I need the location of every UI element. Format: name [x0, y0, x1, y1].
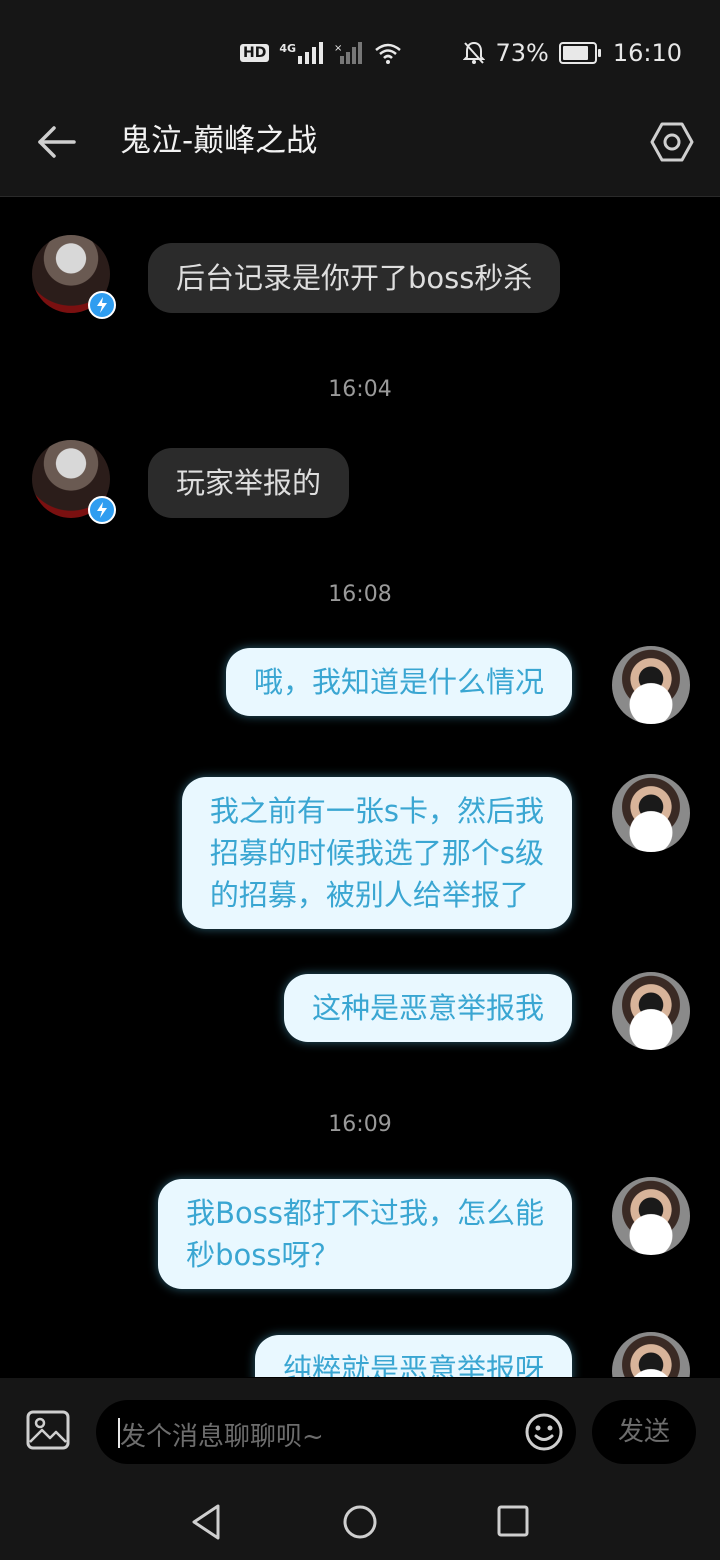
- my-avatar[interactable]: [612, 972, 690, 1050]
- message-text: 玩家举报的: [176, 466, 322, 500]
- hexagon-settings-icon: [650, 122, 694, 162]
- nav-recent-apps-icon[interactable]: [496, 1504, 530, 1538]
- message-input-bar: 发个消息聊聊呗~ 发送: [0, 1378, 720, 1484]
- my-avatar[interactable]: [612, 1177, 690, 1255]
- message-text-line: 招募的时候我选了那个s级: [209, 836, 544, 870]
- svg-text:×: ×: [334, 43, 342, 54]
- message-text-line: 我Boss都打不过我，怎么能: [186, 1196, 544, 1230]
- message-bubble-outgoing[interactable]: 我之前有一张s卡，然后我 招募的时候我选了那个s级 的招募，被别人给举报了: [181, 777, 572, 929]
- message-timestamp: 16:08: [328, 582, 392, 607]
- bell-off-icon: [463, 41, 486, 64]
- my-avatar[interactable]: [612, 1332, 690, 1377]
- hd-badge: HD: [240, 44, 270, 62]
- nav-back-icon[interactable]: [186, 1502, 226, 1542]
- nav-home-icon[interactable]: [342, 1502, 378, 1542]
- signal-4g-icon: 4G: [279, 42, 324, 64]
- my-avatar[interactable]: [612, 774, 690, 852]
- message-text-line: 的招募，被别人给举报了: [209, 878, 529, 912]
- message-text-line: 我之前有一张s卡，然后我: [209, 794, 544, 828]
- send-button[interactable]: 发送: [592, 1400, 696, 1464]
- battery-icon: [558, 42, 601, 64]
- emoji-icon: [525, 1413, 563, 1451]
- message-bubble-outgoing[interactable]: 哦，我知道是什么情况: [225, 648, 572, 716]
- status-bar-right: 73% 16:10: [463, 36, 682, 70]
- message-timestamp: 16:04: [328, 377, 392, 402]
- message-input-placeholder: 发个消息聊聊呗~: [120, 1422, 324, 1452]
- image-picker-button[interactable]: [26, 1410, 70, 1450]
- message-bubble-incoming[interactable]: 后台记录是你开了boss秒杀: [148, 243, 561, 313]
- app-bar: 鬼泣-巅峰之战: [0, 100, 720, 197]
- message-text: 后台记录是你开了boss秒杀: [176, 261, 533, 295]
- verified-badge-icon: [88, 291, 116, 319]
- message-timestamp: 16:09: [328, 1112, 392, 1137]
- my-avatar[interactable]: [612, 646, 690, 724]
- emoji-button[interactable]: [524, 1412, 564, 1452]
- message-text: 哦，我知道是什么情况: [253, 665, 544, 699]
- message-bubble-incoming[interactable]: 玩家举报的: [148, 448, 350, 518]
- network-type-label: 4G: [279, 42, 297, 55]
- settings-button[interactable]: [650, 120, 694, 164]
- arrow-left-icon: [38, 126, 76, 158]
- message-bubble-outgoing[interactable]: 纯粹就是恶意举报呀: [254, 1335, 572, 1377]
- status-bar: HD 4G × 73% 16:10: [0, 0, 720, 100]
- chat-title: 鬼泣-巅峰之战: [120, 123, 318, 159]
- message-text: 这种是恶意举报我: [311, 991, 544, 1025]
- chat-area[interactable]: 后台记录是你开了boss秒杀 16:04 玩家举报的 16:08 哦，我知道是什…: [0, 197, 720, 1377]
- clock: 16:10: [612, 39, 682, 67]
- status-bar-signals: HD 4G ×: [240, 38, 402, 68]
- message-bubble-outgoing[interactable]: 我Boss都打不过我，怎么能 秒boss呀？: [158, 1179, 572, 1289]
- message-text-line: 秒boss呀？: [186, 1238, 340, 1272]
- signal-no-sim-icon: ×: [334, 42, 363, 64]
- wifi-icon: [375, 43, 401, 64]
- message-bubble-outgoing[interactable]: 这种是恶意举报我: [283, 974, 572, 1042]
- system-navigation-bar: [0, 1484, 720, 1560]
- message-input[interactable]: 发个消息聊聊呗~: [96, 1400, 576, 1464]
- verified-badge-icon: [88, 496, 116, 524]
- battery-fill: [562, 46, 588, 60]
- battery-percent: 73%: [495, 39, 549, 67]
- image-icon: [26, 1410, 70, 1450]
- message-text: 纯粹就是恶意举报呀: [282, 1352, 544, 1377]
- back-button[interactable]: [34, 122, 80, 162]
